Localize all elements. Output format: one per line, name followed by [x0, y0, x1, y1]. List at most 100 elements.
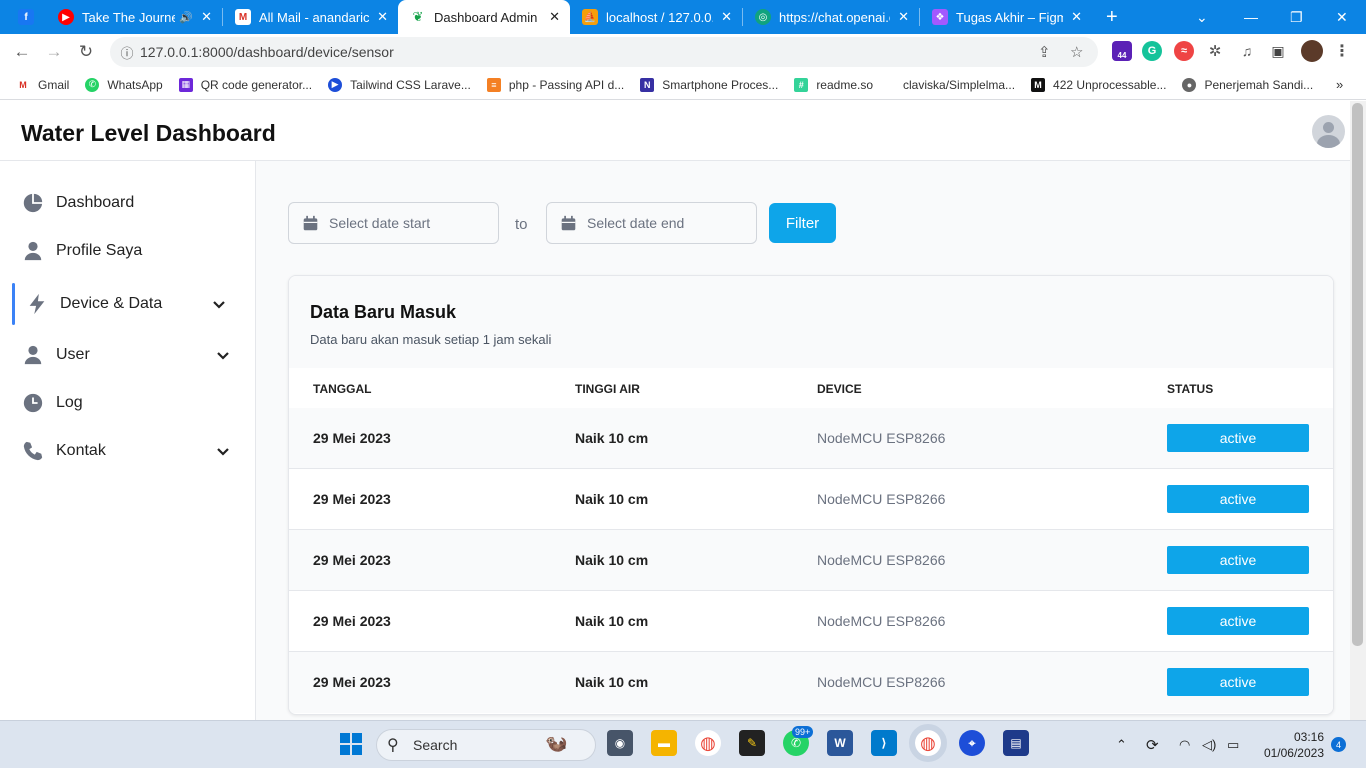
more-bookmarks-icon[interactable]: »	[1336, 77, 1343, 92]
bookmark-stackoverflow[interactable]: ≡ php - Passing API d...	[486, 77, 624, 92]
show-hidden-icons[interactable]: ⌃	[1116, 721, 1127, 769]
filter-button[interactable]: Filter	[769, 203, 836, 243]
table-row[interactable]: 29 Mei 2023 Naik 10 cm NodeMCU ESP8266 a…	[289, 530, 1333, 591]
table-row[interactable]: 29 Mei 2023 Naik 10 cm NodeMCU ESP8266 a…	[289, 469, 1333, 530]
cell-tanggal: 29 Mei 2023	[313, 613, 391, 629]
windows-start-icon[interactable]	[340, 733, 362, 755]
app-title[interactable]: Water Level Dashboard	[21, 120, 276, 147]
minimize-icon[interactable]: —	[1244, 0, 1258, 34]
chevron-down-icon[interactable]	[215, 443, 231, 459]
media-control-icon[interactable]: ♫	[1237, 41, 1257, 61]
sidebar-item-device-data[interactable]: Device & Data	[0, 283, 256, 325]
close-tab-icon[interactable]: ✕	[898, 9, 909, 25]
bookmark-simplelma[interactable]: claviska/Simplelma...	[903, 78, 1015, 92]
extensions-puzzle-icon[interactable]: ✲	[1205, 41, 1225, 61]
taskbar-search[interactable]: ⚲ Search 🦦	[376, 729, 596, 761]
camera-app-icon[interactable]: ◉	[607, 730, 633, 756]
tab-search-icon[interactable]: ⌄	[1196, 0, 1208, 34]
bookmark-422[interactable]: M 422 Unprocessable...	[1031, 77, 1166, 92]
search-highlight-icon: 🦦	[545, 733, 568, 753]
sync-icon[interactable]: ⟳	[1146, 721, 1159, 769]
chevron-down-icon[interactable]	[211, 296, 227, 312]
word-icon[interactable]: W	[827, 730, 853, 756]
tab-youtube[interactable]: ▶ Take The Journey 🔊 ✕	[46, 0, 222, 34]
bookmark-whatsapp[interactable]: ✆ WhatsApp	[85, 77, 163, 92]
site-info-icon[interactable]: ⓘ	[114, 43, 140, 62]
notification-badge[interactable]: 4	[1331, 737, 1346, 752]
forward-icon[interactable]: →	[38, 42, 70, 62]
tab-title: Dashboard Admin	[434, 9, 538, 25]
bookmark-readme[interactable]: # readme.so	[794, 77, 873, 92]
omnibox[interactable]: ⓘ 127.0.0.1:8000/dashboard/device/sensor…	[110, 37, 1098, 67]
cell-device: NodeMCU ESP8266	[817, 674, 946, 690]
maps-icon[interactable]: ⌖	[959, 730, 985, 756]
table-row[interactable]: 29 Mei 2023 Naik 10 cm NodeMCU ESP8266 a…	[289, 591, 1333, 652]
tab-gmail[interactable]: M All Mail - anandaricky ✕	[223, 0, 398, 34]
taskbar-clock[interactable]: 03:16 01/06/2023	[1262, 729, 1324, 761]
share-icon[interactable]: ⇪	[1038, 43, 1051, 61]
close-window-icon[interactable]: ✕	[1336, 0, 1348, 34]
bookmark-qr[interactable]: ▦ QR code generator...	[178, 77, 312, 92]
wifi-icon[interactable]: ◠	[1179, 721, 1190, 769]
close-tab-icon[interactable]: ✕	[377, 9, 388, 25]
bookmark-gmail[interactable]: M Gmail	[16, 77, 69, 92]
sidebar-item-label: User	[56, 346, 90, 363]
volume-icon[interactable]: ◁)	[1202, 721, 1216, 769]
bookmark-star-icon[interactable]: ☆	[1070, 43, 1083, 61]
sidebar-item-log[interactable]: Log	[0, 383, 256, 423]
sidebar-item-label: Log	[56, 394, 83, 411]
date-end-input[interactable]: Select date end	[546, 202, 757, 244]
close-tab-icon[interactable]: ✕	[1071, 9, 1082, 25]
sidebar-item-profile[interactable]: Profile Saya	[0, 231, 256, 271]
figma-icon: ❖	[932, 9, 948, 25]
battery-icon[interactable]: ▭	[1227, 721, 1239, 769]
sidebar-item-user[interactable]: User	[0, 335, 256, 375]
new-tab-icon[interactable]: +	[1106, 6, 1118, 29]
table-row[interactable]: 29 Mei 2023 Naik 10 cm NodeMCU ESP8266 a…	[289, 408, 1333, 469]
scrollbar-thumb[interactable]	[1352, 103, 1363, 646]
sidebar-item-dashboard[interactable]: Dashboard	[0, 183, 256, 223]
date-start-input[interactable]: Select date start	[288, 202, 499, 244]
sidebar-item-label: Kontak	[56, 442, 106, 459]
whatsapp-icon: ✆	[85, 77, 100, 92]
column-header-status: Status	[1167, 382, 1214, 396]
browser-menu-icon[interactable]: ⋮	[1332, 41, 1352, 61]
whatsapp-badge: 99+	[792, 726, 814, 738]
grammarly-icon[interactable]: G	[1142, 41, 1162, 61]
speaker-icon[interactable]: 🔊	[179, 11, 193, 24]
close-tab-icon[interactable]: ✕	[201, 9, 212, 25]
chrome-icon[interactable]: ◍	[695, 730, 721, 756]
extension-red-icon[interactable]: ≈	[1174, 41, 1194, 61]
reload-icon[interactable]: ↻	[70, 42, 102, 62]
restore-icon[interactable]: ❐	[1290, 0, 1303, 34]
app-window-icon[interactable]: ▤	[1003, 730, 1029, 756]
page-scrollbar[interactable]	[1350, 101, 1366, 720]
tab-figma[interactable]: ❖ Tugas Akhir – Figma ✕	[920, 0, 1092, 34]
tab-title: https://chat.openai.com	[779, 9, 890, 25]
bookmark-notion[interactable]: N Smartphone Proces...	[640, 77, 778, 92]
chrome-active-icon[interactable]: ◍	[909, 724, 947, 762]
close-tab-icon[interactable]: ✕	[721, 9, 732, 25]
url-text[interactable]: 127.0.0.1:8000/dashboard/device/sensor	[140, 44, 394, 60]
chevron-down-icon[interactable]	[215, 347, 231, 363]
file-explorer-icon[interactable]: ▬	[651, 730, 677, 756]
side-panel-icon[interactable]: ▣	[1268, 41, 1288, 61]
extension-hat-icon[interactable]: 44	[1112, 41, 1132, 61]
profile-avatar[interactable]	[1301, 40, 1323, 62]
sidebar-item-kontak[interactable]: Kontak	[0, 431, 256, 471]
back-icon[interactable]: ←	[6, 42, 38, 62]
tab-facebook[interactable]: f	[0, 0, 46, 34]
user-avatar[interactable]	[1312, 115, 1345, 148]
close-tab-icon[interactable]: ✕	[549, 9, 560, 25]
active-indicator	[12, 283, 15, 325]
sidebar-item-label: Device & Data	[60, 295, 163, 312]
table-row[interactable]: 29 Mei 2023 Naik 10 cm NodeMCU ESP8266 a…	[289, 652, 1333, 713]
tab-dashboard-admin[interactable]: ❦ Dashboard Admin ✕	[398, 0, 570, 34]
bookmark-penerjemah[interactable]: ● Penerjemah Sandi...	[1182, 77, 1313, 92]
data-card: Data Baru Masuk Data baru akan masuk set…	[288, 275, 1334, 715]
sticky-notes-icon[interactable]: ✎	[739, 730, 765, 756]
bookmark-tailwind[interactable]: ▶ Tailwind CSS Larave...	[328, 77, 471, 92]
tab-chatgpt[interactable]: ◎ https://chat.openai.com ✕	[743, 0, 919, 34]
vscode-icon[interactable]: ⟩	[871, 730, 897, 756]
tab-phpmyadmin[interactable]: ⛵ localhost / 127.0.0.1 / ... ✕	[570, 0, 742, 34]
